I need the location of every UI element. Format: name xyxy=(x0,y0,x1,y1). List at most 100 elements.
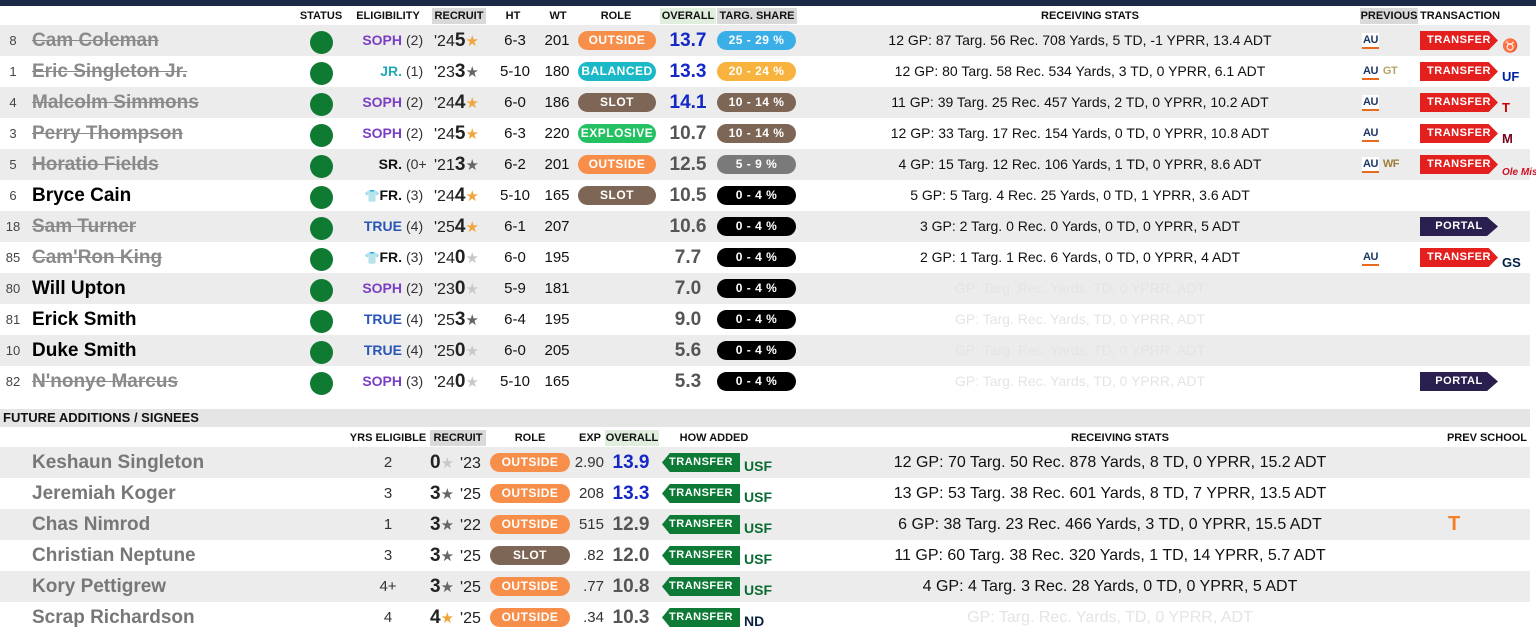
player-name[interactable]: Duke Smith xyxy=(32,335,137,366)
recruit-year: '24 xyxy=(434,33,455,50)
weight: 201 xyxy=(544,32,570,49)
transfer-badge[interactable]: TRANSFER xyxy=(1420,155,1498,174)
transfer-in-badge[interactable]: TRANSFER xyxy=(662,608,740,627)
recruit-rating: '253★ xyxy=(434,304,486,335)
portal-badge[interactable]: PORTAL xyxy=(1420,217,1498,236)
recruit-year: '24 xyxy=(434,188,455,205)
eligibility-label: SOPH xyxy=(346,25,402,56)
receiving-stats: GP: Targ. Rec. Yards, TD, 0 YPRR, ADT xyxy=(967,609,1253,626)
table-row: 6 Bryce Cain 👕FR. (3) '244★ 5-10 165 SLOT 10.5 0… xyxy=(0,180,1530,211)
overall-rating: 10.8 xyxy=(612,576,650,597)
eligibility-label: SOPH xyxy=(346,273,402,304)
recruit-year: '25 xyxy=(460,486,481,503)
recruit-rating: 3★ '22 xyxy=(430,509,488,540)
transfer-in-badge[interactable]: TRANSFER xyxy=(662,484,740,503)
recruit-rating: 4★ '25 xyxy=(430,602,488,633)
receiving-stats: 6 GP: 38 Targ. 23 Rec. 466 Yards, 3 TD, … xyxy=(898,516,1322,533)
player-name[interactable]: Malcolm Simmons xyxy=(32,87,199,118)
transaction-cell: TRANSFER T xyxy=(1420,87,1530,118)
eligibility-text: SOPH xyxy=(362,280,402,296)
recruit-year: '25 xyxy=(460,610,481,627)
player-name[interactable]: N'nonye Marcus xyxy=(32,366,178,397)
transfer-in-badge[interactable]: TRANSFER xyxy=(662,546,740,565)
recruit-stars: 3 xyxy=(454,309,466,330)
target-share-badge: 0 - 4 % xyxy=(717,217,796,236)
table-row: 18 Sam Turner TRUE (4) '254★ 6-1 207 10.6 0 - 4… xyxy=(0,211,1530,242)
previous-schools: AU WF xyxy=(1362,149,1418,180)
weight: 195 xyxy=(544,249,570,266)
player-name[interactable]: Cam Coleman xyxy=(32,25,159,56)
experience-value: 208 xyxy=(578,485,604,502)
table-row: 4 Malcolm Simmons SOPH (2) '244★ 6-0 186 SLOT 1… xyxy=(0,87,1530,118)
star-icon: ★ xyxy=(465,343,479,360)
weight: 201 xyxy=(544,156,570,173)
how-added-cell: TRANSFER USF xyxy=(662,571,772,602)
au-logo-icon: AU xyxy=(1362,250,1379,266)
player-name[interactable]: Cam'Ron King xyxy=(32,242,162,273)
recruit-rating: 3★ '25 xyxy=(430,540,488,571)
player-name[interactable]: Jeremiah Koger xyxy=(32,478,176,509)
recruit-stars: 0 xyxy=(454,371,466,392)
player-name[interactable]: Erick Smith xyxy=(32,304,137,335)
eligibility-text: FR. xyxy=(379,249,402,265)
overall-rating: 7.7 xyxy=(674,247,702,268)
overall-rating: 9.0 xyxy=(674,309,702,330)
transfer-in-badge[interactable]: TRANSFER xyxy=(662,453,740,472)
jersey-number: 82 xyxy=(5,374,21,389)
target-share-badge: 10 - 14 % xyxy=(717,93,796,112)
overall-rating: 14.1 xyxy=(669,92,707,113)
transfer-badge[interactable]: TRANSFER xyxy=(1420,62,1498,81)
eligibility-label: TRUE xyxy=(346,304,402,335)
player-name[interactable]: Will Upton xyxy=(32,273,126,304)
overall-rating: 10.7 xyxy=(669,123,707,144)
player-name[interactable]: Christian Neptune xyxy=(32,540,196,571)
player-name[interactable]: Perry Thompson xyxy=(32,118,183,149)
table-row: 80 Will Upton SOPH (2) '230★ 5-9 181 7.0 0 - 4 … xyxy=(0,273,1530,304)
transfer-in-badge[interactable]: TRANSFER xyxy=(662,515,740,534)
recruit-rating: '240★ xyxy=(434,242,486,273)
table-row: 5 Horatio Fields SR. (0+ '213★ 6-2 201 OUTSIDE… xyxy=(0,149,1536,180)
eligibility-text: SR. xyxy=(378,156,402,172)
transaction-cell: TRANSFEROle Miss xyxy=(1420,149,1536,180)
player-name[interactable]: Eric Singleton Jr. xyxy=(32,56,187,87)
status-indicator xyxy=(310,279,333,302)
future-section-title: FUTURE ADDITIONS / SIGNEES xyxy=(0,409,1530,427)
transfer-badge[interactable]: TRANSFER xyxy=(1420,31,1498,50)
table-row: Scrap Richardson 4 4★ '25 OUTSIDE .34 10.3 TRAN… xyxy=(0,602,1530,633)
player-name[interactable]: Bryce Cain xyxy=(32,180,131,211)
player-name[interactable]: Scrap Richardson xyxy=(32,602,195,633)
eligibility-years: (2) xyxy=(406,94,424,110)
recruit-year: '25 xyxy=(460,548,481,565)
eligibility-years: (2) xyxy=(406,280,424,296)
role-badge: OUTSIDE xyxy=(490,484,570,503)
transfer-badge[interactable]: TRANSFER xyxy=(1420,93,1498,112)
transfer-badge[interactable]: TRANSFER xyxy=(1420,124,1498,143)
recruit-year: '24 xyxy=(434,126,455,143)
weight: 207 xyxy=(544,218,570,235)
header-future-recruit: RECRUIT xyxy=(430,430,486,446)
star-icon: ★ xyxy=(440,517,455,534)
jersey-number: 8 xyxy=(9,33,17,48)
portal-badge[interactable]: PORTAL xyxy=(1420,372,1498,391)
recruit-stars: 0 xyxy=(454,340,466,361)
star-icon: ★ xyxy=(465,157,479,174)
receiving-stats: 12 GP: 87 Targ. 56 Rec. 708 Yards, 5 TD,… xyxy=(888,32,1272,48)
eligibility-years: (4) xyxy=(406,311,424,327)
transfer-badge[interactable]: TRANSFER xyxy=(1420,248,1498,267)
height: 6-0 xyxy=(504,249,526,266)
overall-rating: 13.3 xyxy=(612,483,650,504)
player-name[interactable]: Chas Nimrod xyxy=(32,509,150,540)
recruit-year: '24 xyxy=(434,95,455,112)
target-share-badge: 0 - 4 % xyxy=(717,186,796,205)
recruit-rating: '240★ xyxy=(434,366,486,397)
years-eligible: 3 xyxy=(383,547,393,564)
player-name[interactable]: Horatio Fields xyxy=(32,149,159,180)
header-recruit: RECRUIT xyxy=(432,8,486,24)
transfer-in-badge[interactable]: TRANSFER xyxy=(662,577,740,596)
role-badge: SLOT xyxy=(490,546,570,565)
overall-rating: 12.0 xyxy=(612,545,650,566)
player-name[interactable]: Keshaun Singleton xyxy=(32,447,204,478)
player-name[interactable]: Kory Pettigrew xyxy=(32,571,166,602)
player-name[interactable]: Sam Turner xyxy=(32,211,136,242)
recruit-rating: 3★ '25 xyxy=(430,478,488,509)
